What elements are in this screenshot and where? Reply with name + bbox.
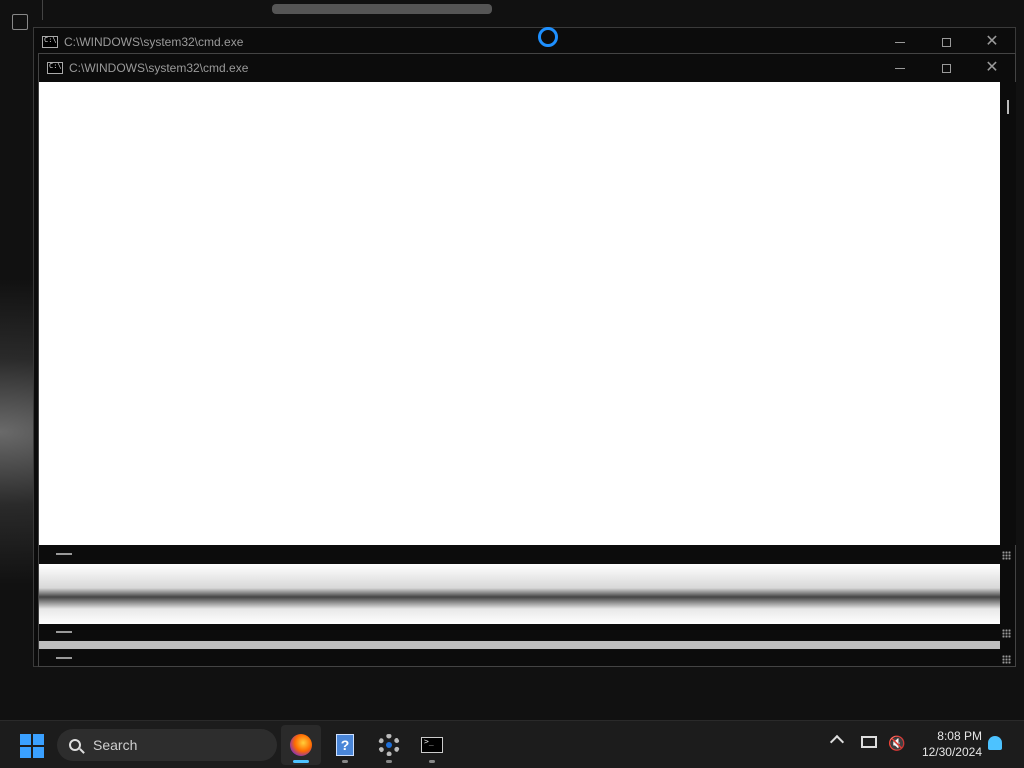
search-icon bbox=[69, 739, 81, 751]
status-bar bbox=[39, 624, 1015, 640]
running-indicator bbox=[293, 760, 309, 763]
taskbar-app-firefox[interactable] bbox=[281, 725, 321, 765]
clock[interactable]: 8:08 PM 12/30/2024 bbox=[910, 728, 982, 760]
minimize-icon bbox=[895, 67, 905, 69]
status-bar bbox=[39, 546, 1015, 562]
window-controls: ✕ bbox=[877, 54, 1015, 82]
window-title: C:\WINDOWS\system32\cmd.exe bbox=[64, 35, 244, 49]
dash-icon bbox=[56, 657, 72, 659]
clock-time: 8:08 PM bbox=[937, 729, 982, 743]
desktop: C:\WINDOWS\system32\cmd.exe ✕ C:\WINDOWS… bbox=[0, 0, 1024, 720]
cmd-icon bbox=[47, 62, 63, 74]
taskbar-app-help[interactable]: ? bbox=[325, 725, 365, 765]
network-icon[interactable] bbox=[861, 736, 877, 748]
ghost-window-strip bbox=[39, 641, 1000, 649]
windows-logo-icon bbox=[20, 734, 31, 745]
search-box[interactable]: Search bbox=[57, 729, 277, 761]
dash-icon bbox=[56, 553, 72, 555]
console-area[interactable] bbox=[39, 82, 1000, 545]
volume-muted-icon[interactable]: 🔇 bbox=[888, 735, 905, 752]
firefox-icon bbox=[290, 734, 312, 756]
titlebar[interactable]: C:\WINDOWS\system32\cmd.exe ✕ bbox=[39, 54, 1015, 82]
window-drag-handle[interactable] bbox=[272, 4, 492, 14]
window-title: C:\WINDOWS\system32\cmd.exe bbox=[69, 61, 249, 75]
running-indicator bbox=[429, 760, 435, 763]
chevron-up-icon[interactable] bbox=[829, 734, 845, 750]
cmd-icon bbox=[421, 737, 443, 753]
running-indicator bbox=[342, 760, 348, 763]
running-indicator bbox=[386, 760, 392, 763]
close-icon: ✕ bbox=[985, 33, 999, 50]
settings-icon bbox=[378, 734, 400, 756]
dash-icon bbox=[56, 631, 72, 633]
start-button[interactable] bbox=[20, 734, 44, 758]
close-icon: ✕ bbox=[985, 59, 999, 76]
close-button[interactable]: ✕ bbox=[969, 54, 1015, 82]
maximize-icon bbox=[941, 63, 951, 73]
minimize-icon bbox=[895, 41, 905, 43]
clock-date: 12/30/2024 bbox=[921, 745, 982, 759]
maximize-button[interactable] bbox=[923, 54, 969, 82]
maximize-icon bbox=[941, 37, 951, 47]
resize-grip-icon[interactable] bbox=[1002, 655, 1011, 664]
minimize-button[interactable] bbox=[877, 54, 923, 82]
search-label: Search bbox=[93, 737, 138, 753]
minimize-button[interactable] bbox=[877, 28, 923, 56]
divider bbox=[42, 0, 43, 20]
maximize-button[interactable] bbox=[923, 28, 969, 56]
resize-grip-icon[interactable] bbox=[1002, 629, 1011, 638]
cmd-icon bbox=[42, 36, 58, 48]
window-icon bbox=[12, 14, 28, 30]
taskbar-app-cmd[interactable] bbox=[412, 725, 452, 765]
close-button[interactable]: ✕ bbox=[969, 28, 1015, 56]
cmd-window-front[interactable]: C:\WINDOWS\system32\cmd.exe ✕ bbox=[38, 53, 1016, 667]
taskbar-app-settings[interactable] bbox=[369, 725, 409, 765]
titlebar[interactable]: C:\WINDOWS\system32\cmd.exe ✕ bbox=[34, 28, 1015, 56]
status-bar bbox=[39, 650, 1015, 666]
taskbar: Search ? 🔇 8:08 PM 12/30/2024 bbox=[0, 720, 1024, 768]
help-icon: ? bbox=[336, 734, 354, 756]
vertical-scrollbar[interactable] bbox=[1000, 82, 1016, 545]
scrollbar-thumb[interactable] bbox=[1007, 100, 1009, 114]
notification-bell-icon[interactable] bbox=[988, 736, 1002, 750]
window-controls: ✕ bbox=[877, 28, 1015, 56]
ghost-window-strip bbox=[39, 564, 1000, 624]
busy-cursor-icon bbox=[538, 27, 558, 47]
resize-grip-icon[interactable] bbox=[1002, 551, 1011, 560]
